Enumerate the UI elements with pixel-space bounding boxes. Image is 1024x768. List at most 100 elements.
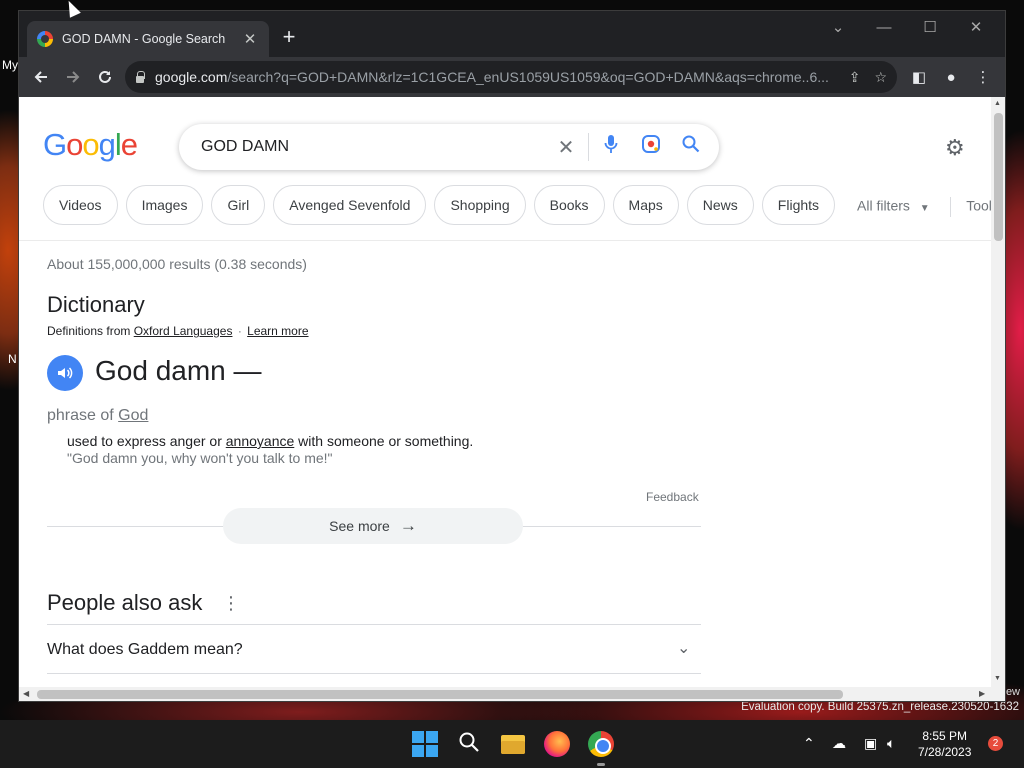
- dropdown-caret-icon[interactable]: ▼: [920, 203, 930, 214]
- clear-icon[interactable]: ✕: [546, 135, 586, 160]
- tab-strip: GOD DAMN - Google Search ✕ + ⌄ — ☐ ✕: [19, 11, 1005, 57]
- taskbar-search-icon[interactable]: [456, 731, 482, 757]
- more-options-icon[interactable]: ⋮: [222, 593, 240, 614]
- tab-close-icon[interactable]: ✕: [241, 30, 259, 48]
- example-sentence: "God damn you, why won't you talk to me!…: [67, 450, 333, 466]
- reload-button[interactable]: [89, 61, 121, 93]
- scroll-right-arrow-icon[interactable]: ▶: [979, 689, 985, 698]
- clock-date: 7/28/2023: [918, 745, 972, 759]
- desktop-icon-label[interactable]: N: [8, 352, 17, 366]
- reload-icon: [99, 70, 111, 83]
- back-arrow-icon: [34, 71, 47, 83]
- tab-title: GOD DAMN - Google Search: [62, 32, 226, 46]
- minimize-button[interactable]: —: [861, 15, 907, 41]
- chip-avenged-sevenfold[interactable]: Avenged Sevenfold: [273, 185, 427, 225]
- vertical-scroll-thumb[interactable]: [994, 113, 1003, 241]
- onedrive-icon[interactable]: ☁: [832, 735, 846, 752]
- chip-flights[interactable]: Flights: [761, 185, 836, 225]
- chip-books[interactable]: Books: [533, 185, 605, 225]
- filters-divider: [949, 197, 951, 217]
- result-stats: About 155,000,000 results (0.38 seconds): [47, 256, 307, 272]
- close-window-button[interactable]: ✕: [953, 15, 999, 41]
- chip-images[interactable]: Images: [125, 185, 204, 225]
- chip-shopping[interactable]: Shopping: [434, 185, 526, 225]
- separator-dot: ·: [237, 324, 242, 338]
- scroll-up-arrow-icon[interactable]: ▲: [994, 100, 1001, 107]
- paa-question[interactable]: What does Gaddem mean?: [47, 641, 243, 659]
- paa-divider: [47, 624, 701, 625]
- dictionary-source: Definitions from Oxford Languages · Lear…: [47, 324, 309, 338]
- definition-text: used to express anger or annoyance with …: [67, 433, 473, 449]
- lock-icon[interactable]: [135, 71, 145, 83]
- firefox-icon[interactable]: [544, 731, 570, 757]
- vertical-scrollbar[interactable]: ▲ ▼: [991, 97, 1005, 687]
- arrow-right-icon: →: [399, 516, 417, 535]
- people-also-ask-heading: People also ask: [47, 590, 203, 615]
- back-button[interactable]: [25, 61, 57, 93]
- share-icon[interactable]: ⇪: [849, 69, 861, 86]
- maximize-button[interactable]: ☐: [907, 15, 953, 41]
- new-tab-button[interactable]: +: [277, 25, 301, 49]
- chrome-icon[interactable]: [588, 731, 614, 757]
- definitions-from-label: Definitions from: [47, 324, 131, 338]
- address-bar[interactable]: google.com /search?q=GOD+DAMN&rlz=1C1GCE…: [125, 61, 897, 93]
- taskbar: ⌃ ☁ ▣ 🔈︎ 8:55 PM 7/28/2023 2: [0, 720, 1024, 768]
- microphone-icon[interactable]: [591, 134, 631, 160]
- part-of-speech: phrase of God: [47, 407, 148, 425]
- search-icon[interactable]: [671, 135, 711, 159]
- tab-search-icon[interactable]: ⌄: [815, 15, 861, 41]
- windows-start-icon[interactable]: [412, 731, 438, 757]
- desktop-icon-label[interactable]: My: [2, 58, 18, 72]
- pos-prefix: phrase of: [47, 407, 114, 424]
- dictionary-heading: Dictionary: [47, 292, 145, 317]
- chip-videos[interactable]: Videos: [43, 185, 118, 225]
- tray-chevron-up-icon[interactable]: ⌃: [803, 735, 815, 752]
- horizontal-scrollbar[interactable]: ◀ ▶: [19, 687, 1005, 701]
- google-logo[interactable]: Google: [43, 127, 138, 163]
- definition-pre: used to express anger or: [67, 433, 222, 449]
- profile-avatar-icon[interactable]: ●: [935, 69, 967, 86]
- file-explorer-icon[interactable]: [500, 731, 526, 757]
- settings-gear-icon[interactable]: ⚙: [945, 135, 965, 161]
- pronunciation-speaker-icon[interactable]: [47, 355, 83, 391]
- chip-girl[interactable]: Girl: [211, 185, 266, 225]
- url-host: google.com: [155, 69, 228, 85]
- learn-more-link[interactable]: Learn more: [247, 324, 308, 338]
- feedback-link[interactable]: Feedback: [646, 490, 699, 504]
- search-box[interactable]: GOD DAMN ✕: [179, 124, 719, 170]
- google-lens-icon[interactable]: [631, 134, 671, 160]
- clock-time: 8:55 PM: [922, 729, 968, 743]
- oxford-languages-link[interactable]: Oxford Languages: [134, 324, 233, 338]
- menu-kebab-icon[interactable]: ⋮: [967, 68, 999, 86]
- network-icon[interactable]: ▣: [864, 735, 877, 752]
- see-more-button[interactable]: See more →: [223, 508, 523, 544]
- browser-window: GOD DAMN - Google Search ✕ + ⌄ — ☐ ✕ goo…: [18, 10, 1006, 702]
- chip-news[interactable]: News: [686, 185, 754, 225]
- page-content[interactable]: Google GOD DAMN ✕ ⚙ Videos Images Girl A…: [19, 97, 1005, 701]
- desktop-text-fragment: ew: [1005, 686, 1020, 698]
- dictionary-word: God damn —: [95, 355, 262, 386]
- volume-icon[interactable]: 🔈︎: [887, 735, 895, 752]
- search-divider: [588, 133, 589, 161]
- horizontal-scroll-thumb[interactable]: [37, 690, 843, 699]
- search-input[interactable]: GOD DAMN: [201, 138, 546, 156]
- all-filters-button[interactable]: All filters: [857, 198, 910, 214]
- forward-button[interactable]: [57, 61, 89, 93]
- browser-tab[interactable]: GOD DAMN - Google Search ✕: [27, 21, 269, 57]
- scroll-down-arrow-icon[interactable]: ▼: [994, 675, 1001, 682]
- system-clock[interactable]: 8:55 PM 7/28/2023: [918, 728, 971, 760]
- god-link[interactable]: God: [118, 407, 148, 424]
- notification-badge[interactable]: 2: [988, 736, 1003, 751]
- browser-toolbar: google.com /search?q=GOD+DAMN&rlz=1C1GCE…: [19, 57, 1005, 97]
- chip-maps[interactable]: Maps: [612, 185, 679, 225]
- definition-post: with someone or something.: [298, 433, 474, 449]
- filters-bar: All filters ▼ Tools: [857, 197, 999, 217]
- annoyance-link[interactable]: annoyance: [226, 433, 295, 449]
- bookmark-star-icon[interactable]: ☆: [874, 69, 887, 86]
- window-controls: ⌄ — ☐ ✕: [815, 15, 999, 41]
- chevron-down-icon[interactable]: ⌄: [677, 638, 690, 658]
- evaluation-watermark: Evaluation copy. Build 25375.zn_release.…: [741, 701, 1019, 713]
- url-path: /search?q=GOD+DAMN&rlz=1C1GCEA_enUS1059U…: [227, 69, 829, 85]
- side-panel-icon[interactable]: ◧: [903, 68, 935, 86]
- scroll-left-arrow-icon[interactable]: ◀: [23, 689, 29, 698]
